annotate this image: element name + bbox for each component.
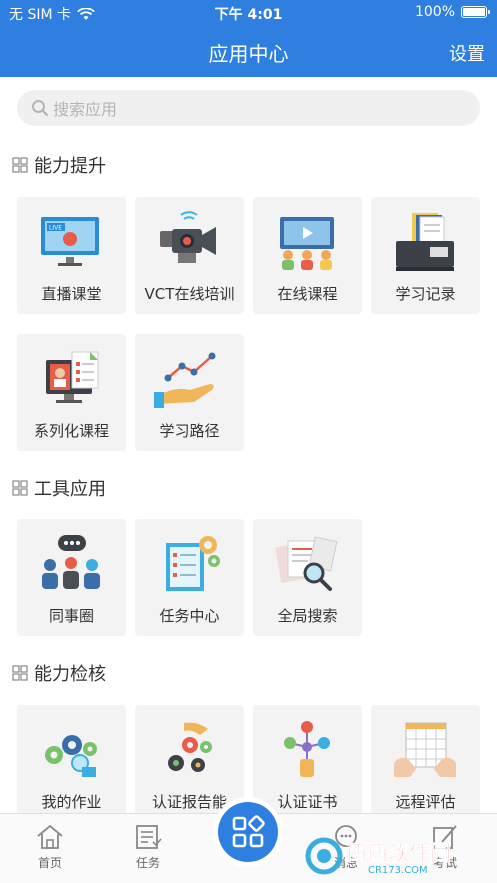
status-bar: 无 SIM 卡 下午 4:01 100% xyxy=(0,0,497,26)
learning-path-icon xyxy=(154,352,216,408)
app-tile-global-search[interactable]: 全局搜索 xyxy=(253,519,362,636)
tab-label: 任务 xyxy=(135,856,160,870)
apps-grid-icon xyxy=(232,815,265,848)
app-tile-learning-path[interactable]: 学习路径 xyxy=(135,334,244,451)
remote-evaluation-icon xyxy=(394,722,456,777)
search-icon xyxy=(32,100,49,117)
section-label: 工具应用 xyxy=(34,479,106,500)
app-tile-online-course[interactable]: 在线课程 xyxy=(253,197,362,314)
app-tile-colleague-circle[interactable]: 同事圈 xyxy=(17,519,126,636)
live-classroom-icon: LIVE xyxy=(41,217,99,266)
app-tile-label: 系列化课程 xyxy=(33,422,109,440)
global-search-icon xyxy=(275,536,338,591)
svg-text:LIVE: LIVE xyxy=(49,225,62,232)
home-icon xyxy=(37,824,63,849)
page-title: 应用中心 xyxy=(208,42,289,66)
app-tile-series-course[interactable]: 系列化课程 xyxy=(17,334,126,451)
certificate-icon xyxy=(284,721,330,777)
task-list-icon xyxy=(136,825,162,849)
search-input[interactable]: 搜索应用 xyxy=(17,90,480,126)
settings-button[interactable]: 设置 xyxy=(449,40,485,66)
app-tile-certificate[interactable]: 认证证书 xyxy=(253,705,362,822)
tab-tasks[interactable]: 任务 xyxy=(113,824,183,871)
app-tile-homework[interactable]: 我的作业 xyxy=(17,705,126,822)
app-tile-vct-training[interactable]: VCT在线培训 xyxy=(135,197,244,314)
video-camera-icon xyxy=(160,211,216,263)
tab-label: 首页 xyxy=(37,856,62,870)
app-tile-remote-evaluation[interactable]: 远程评估 xyxy=(371,705,480,822)
certification-report-icon xyxy=(168,722,212,772)
series-course-icon xyxy=(46,351,99,403)
app-tile-label: 在线课程 xyxy=(277,285,338,303)
app-tile-live-classroom[interactable]: LIVE 直播课堂 xyxy=(17,197,126,314)
section-title-ability-check: 能力检核 xyxy=(12,660,106,686)
section-label: 能力检核 xyxy=(34,664,106,685)
app-tile-label: 认证证书 xyxy=(277,793,338,811)
app-tile-task-center[interactable]: 任务中心 xyxy=(135,519,244,636)
section-title-ability-improve: 能力提升 xyxy=(12,152,106,178)
battery-icon xyxy=(461,6,490,18)
battery-percent: 100% xyxy=(414,4,455,20)
watermark-brand: 西西软件园 xyxy=(346,841,451,865)
app-tile-label: 学习路径 xyxy=(159,422,220,440)
task-center-icon xyxy=(166,536,220,591)
app-tile-label: VCT在线培训 xyxy=(144,285,235,303)
app-tile-label: 我的作业 xyxy=(41,793,102,811)
app-tile-label: 直播课堂 xyxy=(41,285,102,303)
watermark-site: CR173.COM xyxy=(368,865,428,876)
online-course-icon xyxy=(280,217,334,270)
app-tile-label: 远程评估 xyxy=(395,793,456,811)
colleague-circle-icon xyxy=(42,535,100,589)
tab-home[interactable]: 首页 xyxy=(15,824,85,871)
homework-icon xyxy=(45,735,97,777)
app-tile-label: 学习记录 xyxy=(395,285,456,303)
watermark-logo: 西西软件园 CR173.COM xyxy=(304,834,494,876)
grid-icon xyxy=(12,665,28,681)
app-tile-label: 全局搜索 xyxy=(277,607,338,625)
section-label: 能力提升 xyxy=(34,156,106,177)
app-center-button[interactable] xyxy=(218,802,278,862)
app-tile-learning-record[interactable]: 学习记录 xyxy=(371,197,480,314)
app-header: 无 SIM 卡 下午 4:01 100% 应用中心 设置 xyxy=(0,0,497,77)
app-tile-certification-report[interactable]: 认证报告能 xyxy=(135,705,244,822)
app-tile-label: 同事圈 xyxy=(48,607,94,625)
learning-record-icon xyxy=(396,213,454,271)
search-placeholder: 搜索应用 xyxy=(53,100,118,119)
section-title-tool-apps: 工具应用 xyxy=(12,475,106,501)
grid-icon xyxy=(12,157,28,173)
grid-icon xyxy=(12,480,28,496)
app-tile-label: 任务中心 xyxy=(159,607,220,625)
